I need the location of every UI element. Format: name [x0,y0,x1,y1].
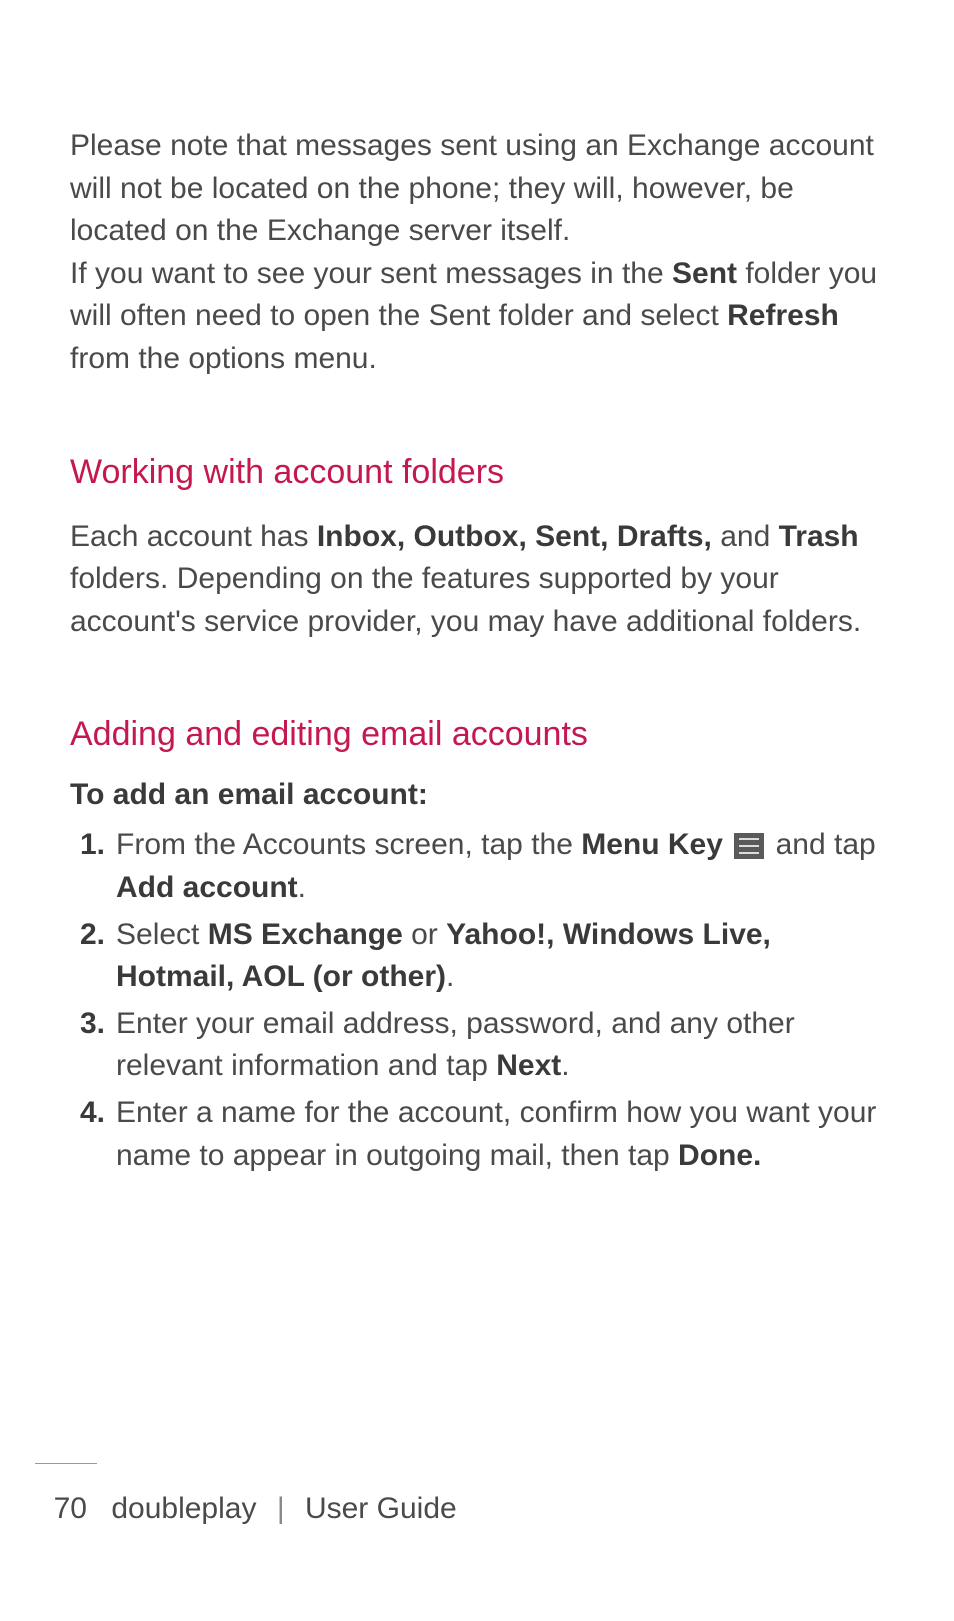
text-fragment: Enter a name for the account, confirm ho… [116,1096,876,1172]
menu-icon [734,833,764,859]
folders-paragraph: Each account has Inbox, Outbox, Sent, Dr… [70,516,884,644]
text-fragment: and tap [767,828,875,861]
text-fragment: Enter your email address, password, and … [116,1007,795,1083]
text-fragment: and [712,520,779,553]
text-fragment: or [403,918,446,951]
steps-list: 1. From the Accounts screen, tap the Men… [70,824,884,1177]
text-fragment: . [561,1049,569,1082]
footer-rule [35,1463,97,1464]
bold-sent: Sent [672,257,737,290]
page-content: Please note that messages sent using an … [0,0,954,1177]
bold-trash: Trash [779,520,859,553]
bold-menu-key: Menu Key [581,828,723,861]
page-footer: 70 doubleplay | User Guide [0,1463,954,1526]
list-item: 2. Select MS Exchange or Yahoo!, Windows… [70,914,884,999]
subheading-add-account: To add an email account: [70,778,884,812]
list-item: 3. Enter your email address, password, a… [70,1003,884,1088]
footer-text: 70 doubleplay | User Guide [35,1492,954,1526]
text-fragment: If you want to see your sent messages in… [70,257,672,290]
bold-next: Next [496,1049,561,1082]
bold-ms-exchange: MS Exchange [208,918,403,951]
text-fragment: Each account has [70,520,317,553]
text-fragment: from the options menu. [70,342,377,375]
step-number: 2. [80,914,105,957]
section-heading-accounts: Adding and editing email accounts [70,715,884,754]
footer-doc-title: User Guide [305,1492,457,1525]
intro-paragraph-1: Please note that messages sent using an … [70,125,884,253]
text-fragment: folders. Depending on the features suppo… [70,562,861,638]
bold-add-account: Add account [116,871,298,904]
text-fragment: . [298,871,306,904]
text-fragment: . [446,960,454,993]
bold-done: Done. [678,1139,761,1172]
bold-refresh: Refresh [727,299,839,332]
list-item: 4. Enter a name for the account, confirm… [70,1092,884,1177]
step-number: 4. [80,1092,105,1135]
footer-product: doubleplay [111,1492,256,1525]
step-number: 1. [80,824,105,867]
text-fragment: Select [116,918,208,951]
footer-divider: | [277,1492,285,1525]
section-heading-folders: Working with account folders [70,453,884,492]
list-item: 1. From the Accounts screen, tap the Men… [70,824,884,909]
page-number: 70 [35,1492,87,1526]
text-fragment: From the Accounts screen, tap the [116,828,581,861]
bold-folders-list: Inbox, Outbox, Sent, Drafts, [317,520,712,553]
intro-paragraph-2: If you want to see your sent messages in… [70,253,884,381]
step-number: 3. [80,1003,105,1046]
